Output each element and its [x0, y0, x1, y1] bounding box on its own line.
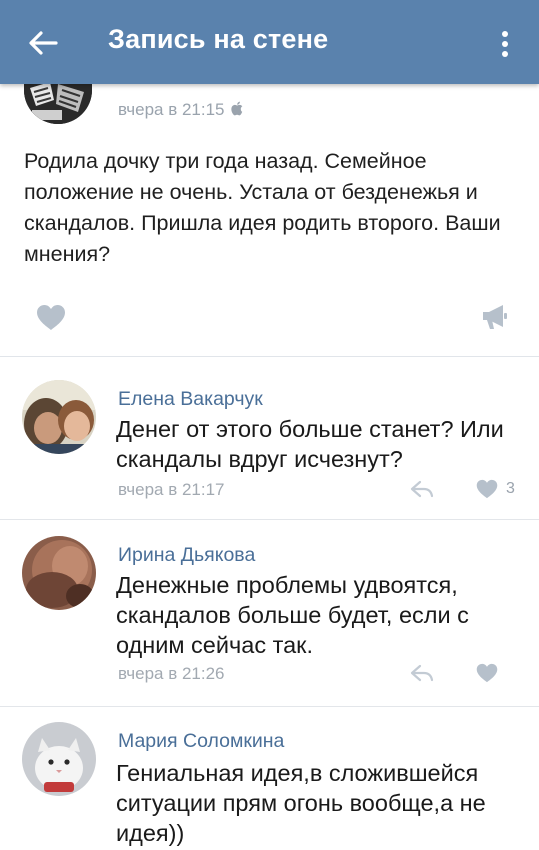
post-divider: [0, 356, 539, 357]
apple-icon: [230, 101, 244, 121]
post-header: вчера в 21:15: [0, 78, 539, 134]
megaphone-icon: [483, 305, 507, 329]
comment-item: Ирина Дьякова Денежные проблемы удвоятся…: [0, 530, 539, 706]
more-options-button[interactable]: [491, 26, 519, 62]
heart-icon: [476, 479, 498, 499]
avatar-image: [22, 722, 96, 796]
comment-text: Гениальная идея,в сложившейся ситуации п…: [116, 760, 486, 846]
comment-text: Денег от этого больше станет? Или сканда…: [116, 416, 504, 472]
reply-button[interactable]: [410, 480, 434, 503]
post-text: Родила дочку три года назад. Семейное по…: [24, 149, 501, 266]
comment-timestamp: вчера в 21:17: [118, 480, 225, 499]
arrow-left-icon: [29, 31, 58, 55]
more-vertical-icon: [502, 31, 508, 57]
reply-button[interactable]: [410, 664, 434, 687]
comment-item: Елена Вакарчук Денег от этого больше ста…: [0, 370, 539, 520]
comment-item: Мария Соломкина Гениальная идея,в сложив…: [0, 716, 539, 850]
heart-icon: [476, 663, 498, 683]
comment-divider: [0, 519, 539, 520]
share-button[interactable]: [481, 302, 509, 335]
avatar[interactable]: [22, 536, 96, 610]
comment-author[interactable]: Елена Вакарчук: [118, 388, 263, 411]
comment-text: Денежные проблемы удвоятся, скандалов бо…: [116, 572, 469, 658]
page-title: Запись на стене: [108, 24, 329, 54]
comment-timestamp: вчера в 21:26: [118, 664, 225, 683]
post-time-text: вчера в 21:15: [118, 100, 225, 119]
comment-like-button[interactable]: [476, 663, 498, 688]
comment-divider: [0, 706, 539, 707]
comment-like-button[interactable]: [476, 479, 498, 504]
reply-icon: [410, 480, 434, 498]
comment-author[interactable]: Мария Соломкина: [118, 730, 284, 753]
top-app-bar: Запись на стене: [0, 0, 539, 84]
post-actions: [0, 296, 539, 340]
heart-icon: [37, 305, 65, 330]
community-avatar[interactable]: [24, 78, 92, 124]
post-timestamp: вчера в 21:15: [118, 100, 244, 121]
like-button[interactable]: [36, 304, 66, 336]
avatar-image: [22, 380, 96, 454]
avatar-image: [22, 536, 96, 610]
avatar[interactable]: [22, 380, 96, 454]
comment-like-count: 3: [506, 480, 515, 497]
comment-author[interactable]: Ирина Дьякова: [118, 544, 255, 567]
avatar[interactable]: [22, 722, 96, 796]
reply-icon: [410, 664, 434, 682]
back-button[interactable]: [20, 22, 66, 64]
avatar-image: [24, 78, 92, 124]
